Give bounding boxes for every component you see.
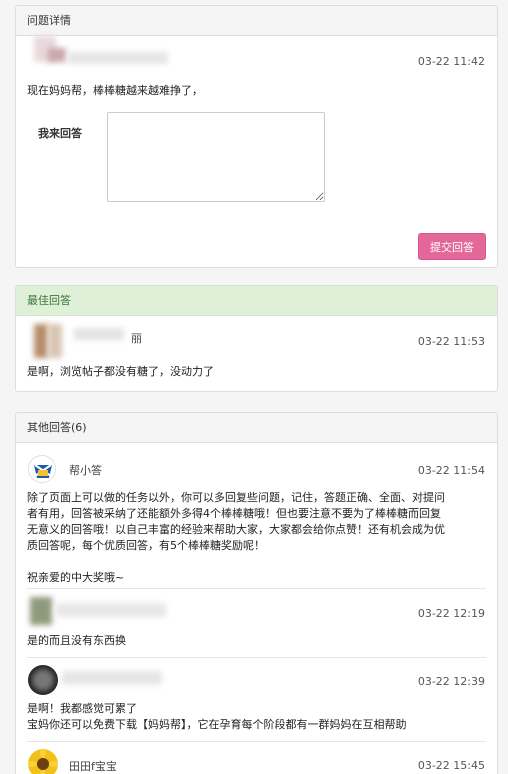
answer-divider — [27, 741, 486, 742]
other-answers-panel: 其他回答(6) 帮小答 03-22 11:54 除了页面上可以做的任务以外，你可… — [15, 412, 498, 774]
answer-avatar[interactable] — [28, 597, 58, 627]
answer-time: 03-22 12:19 — [417, 607, 485, 620]
answer-label: 我来回答 — [38, 127, 82, 140]
best-answer-panel: 最佳回答 丽 03-22 11:53 是啊，浏览帖子都没有糖了，没动力了 — [15, 285, 498, 392]
asker-name — [68, 52, 168, 66]
answer-name-blurred — [62, 671, 162, 685]
answer-body: 除了页面上可以做的任务以外，你可以多回复些问题，记住，答题正确、全面、对提问 者… — [27, 490, 487, 586]
answer-line: 质回答呢，每个优质回答，有5个棒棒糖奖励呢！ — [27, 539, 265, 552]
asker-avatar[interactable] — [30, 36, 70, 66]
answer-line: 祝亲爱的中大奖哦~ — [27, 571, 125, 584]
answer-time: 03-22 15:45 — [417, 759, 485, 772]
question-time: 03-22 11:42 — [417, 55, 485, 68]
answer-divider — [27, 588, 486, 589]
answer-line: 是啊！我都感觉可累了 — [27, 702, 137, 715]
question-panel-heading: 问题详情 — [16, 6, 497, 36]
answer-name-blurred — [56, 603, 166, 617]
question-text: 现在妈妈帮，棒棒糖越来越难挣了， — [27, 84, 203, 97]
best-answer-name: 丽 — [131, 332, 142, 345]
answer-divider — [27, 657, 486, 658]
answer-body: 是啊！我都感觉可累了 宝妈你还可以免费下载【妈妈帮】，它在孕育每个阶段都有一群妈… — [27, 701, 487, 733]
bangxiaoda-avatar[interactable] — [28, 455, 56, 483]
answer-author-name: 田田f宝宝 — [69, 760, 117, 773]
best-answer-text: 是啊，浏览帖子都没有糖了，没动力了 — [27, 365, 214, 378]
answer-line: 是的而且没有东西换 — [27, 634, 126, 647]
best-answer-time: 03-22 11:53 — [417, 335, 485, 348]
best-answer-name-area — [74, 328, 134, 342]
answer-input[interactable] — [107, 112, 325, 202]
submit-answer-button[interactable]: 提交回答 — [418, 233, 486, 260]
answer-line: 除了页面上可以做的任务以外，你可以多回复些问题，记住，答题正确、全面、对提问 — [27, 491, 445, 504]
answer-line: 宝妈你还可以免费下载【妈妈帮】，它在孕育每个阶段都有一群妈妈在互相帮助 — [27, 718, 407, 731]
answer-line — [27, 554, 487, 570]
answer-time: 03-22 11:54 — [417, 464, 485, 477]
answer-line: 无意义的回答哦！以自己丰富的经验来帮助大家，大家都会给你点赞！还有机会成为优 — [27, 523, 445, 536]
answer-author-name: 帮小答 — [69, 464, 102, 477]
sunflower-avatar-icon[interactable] — [28, 749, 58, 774]
other-answers-heading: 其他回答(6) — [16, 413, 497, 443]
answer-time: 03-22 12:39 — [417, 675, 485, 688]
answer-avatar[interactable] — [28, 665, 58, 695]
answer-line: 者有用，回答被采纳了还能额外多得4个棒棒糖哦！但也要注意不要为了棒棒糖而回复 — [27, 507, 441, 520]
best-answer-heading: 最佳回答 — [16, 286, 497, 316]
best-answer-avatar[interactable] — [30, 322, 70, 358]
question-panel: 问题详情 03-22 11:42 现在妈妈帮，棒棒糖越来越难挣了， 我来回答 提… — [15, 5, 498, 268]
